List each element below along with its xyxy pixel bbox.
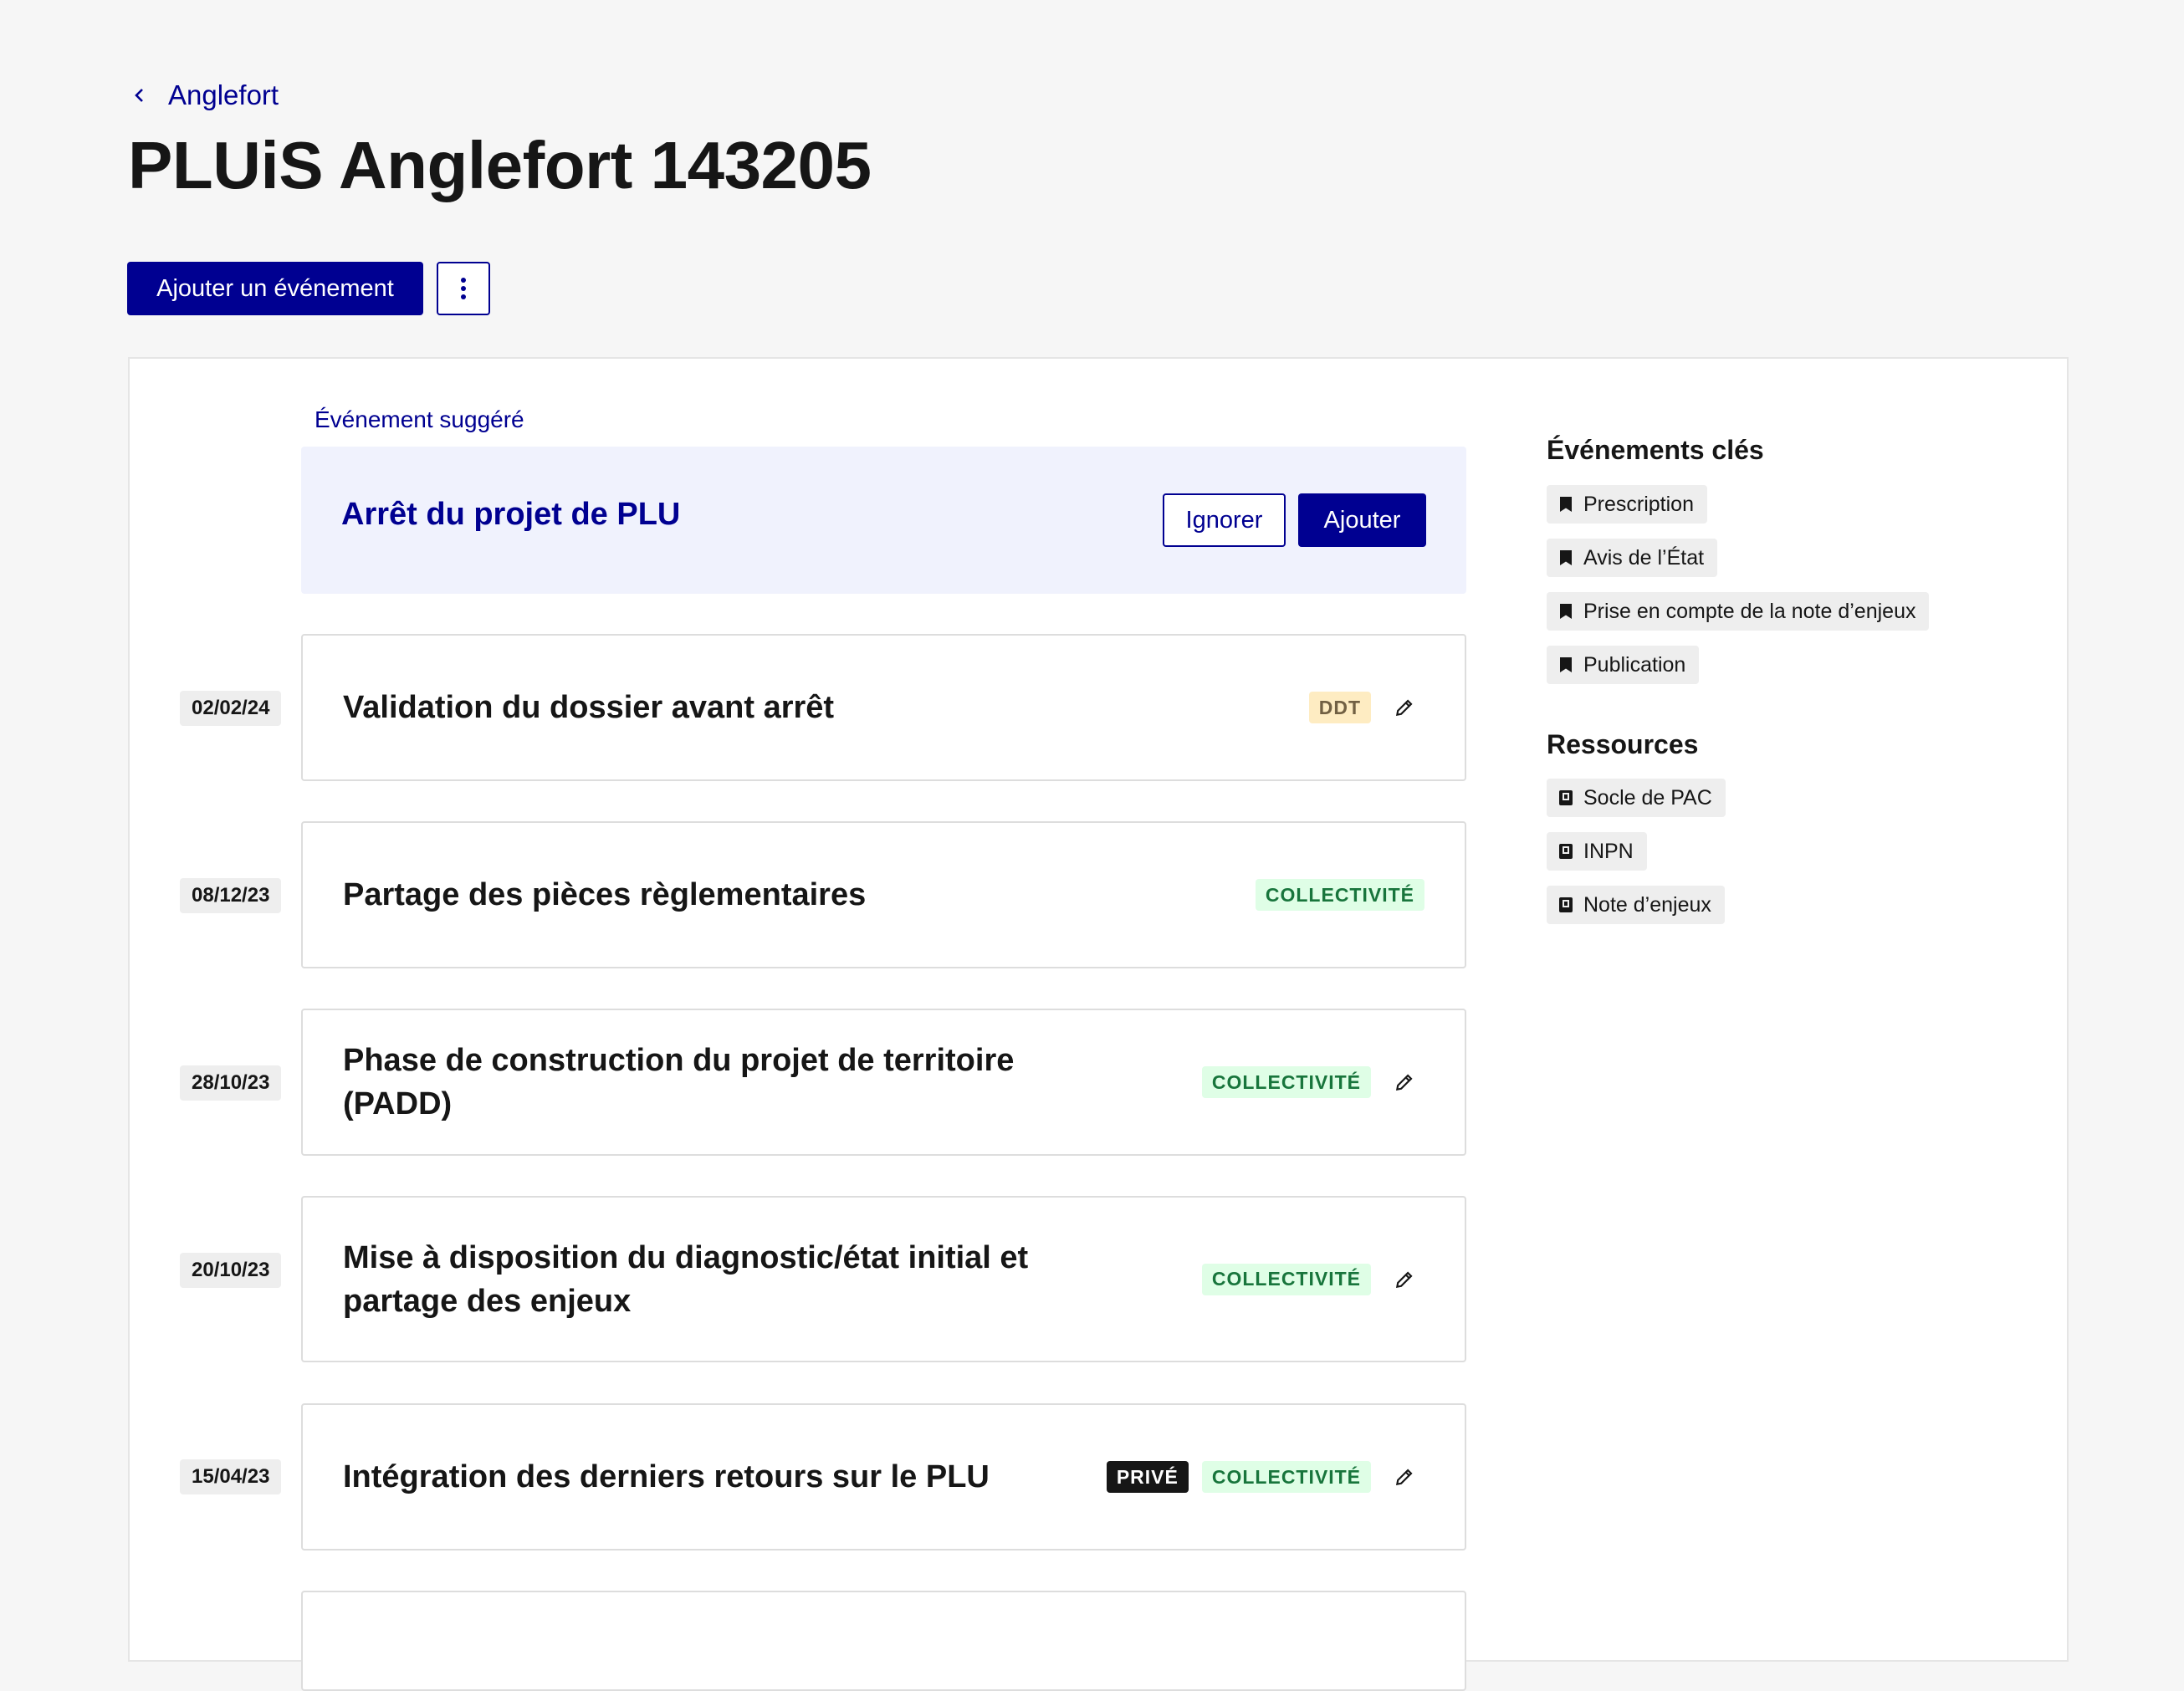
event-card[interactable]: Mise à disposition du diagnostic/état in…	[301, 1196, 1466, 1362]
badge-collectivite: COLLECTIVITÉ	[1255, 879, 1424, 911]
book-icon	[1559, 844, 1573, 859]
suggested-event-card: Arrêt du projet de PLU Ignorer Ajouter	[301, 447, 1466, 594]
badge-collectivite: COLLECTIVITÉ	[1201, 1461, 1371, 1493]
badge-ddt: DDT	[1308, 692, 1371, 723]
ignore-button[interactable]: Ignorer	[1163, 493, 1286, 547]
suggested-event-label: Événement suggéré	[315, 406, 524, 432]
key-event-label: Prise en compte de la note d’enjeux	[1583, 599, 1916, 623]
badge-collectivite: COLLECTIVITÉ	[1201, 1066, 1371, 1098]
event-card[interactable]: Intégration des derniers retours sur le …	[301, 1403, 1466, 1551]
event-card[interactable]: Validation du dossier avant arrêt DDT	[301, 634, 1466, 781]
event-date: 08/12/23	[180, 878, 282, 913]
pencil-icon[interactable]	[1384, 687, 1424, 728]
event-title: Validation du dossier avant arrêt	[343, 690, 835, 725]
key-event-label: Prescription	[1583, 492, 1694, 516]
pencil-icon[interactable]	[1384, 1457, 1424, 1497]
resource-tag[interactable]: Socle de PAC	[1547, 779, 1726, 817]
more-options-button[interactable]	[437, 262, 490, 315]
pencil-icon[interactable]	[1384, 1062, 1424, 1102]
book-icon	[1559, 790, 1573, 805]
bookmark-icon	[1560, 497, 1572, 512]
add-event-button[interactable]: Ajouter un événement	[127, 262, 423, 315]
event-date: 20/10/23	[180, 1253, 282, 1288]
event-date: 28/10/23	[180, 1065, 282, 1101]
event-title: Phase de construction du projet de terri…	[343, 1043, 1015, 1121]
breadcrumb-label: Anglefort	[168, 79, 279, 110]
key-event-label: Avis de l’État	[1583, 545, 1705, 570]
resource-label: INPN	[1583, 839, 1634, 863]
page-title: PLUiS Anglefort 143205	[128, 128, 872, 202]
suggested-event-title: Arrêt du projet de PLU	[341, 497, 681, 532]
bookmark-icon	[1560, 604, 1572, 619]
badge-collectivite: COLLECTIVITÉ	[1201, 1263, 1371, 1295]
breadcrumb-back-link[interactable]: Anglefort	[130, 79, 279, 111]
add-suggested-button[interactable]: Ajouter	[1298, 493, 1426, 547]
event-title: Partage des pièces règlementaires	[343, 877, 867, 912]
resource-label: Socle de PAC	[1583, 785, 1712, 810]
pencil-icon[interactable]	[1384, 1259, 1424, 1300]
resources-heading: Ressources	[1547, 729, 1699, 759]
bookmark-icon	[1560, 657, 1572, 672]
bookmark-icon	[1560, 550, 1572, 565]
key-event-tag[interactable]: Prise en compte de la note d’enjeux	[1547, 592, 1930, 631]
key-event-tag[interactable]: Publication	[1547, 646, 1700, 684]
event-date: 02/02/24	[180, 691, 282, 726]
event-card[interactable]	[301, 1591, 1466, 1691]
resource-tag[interactable]: Note d’enjeux	[1547, 886, 1725, 924]
key-event-tag[interactable]: Prescription	[1547, 485, 1707, 524]
badge-prive: PRIVÉ	[1106, 1461, 1189, 1493]
key-event-label: Publication	[1583, 652, 1686, 677]
event-title: Mise à disposition du diagnostic/état in…	[343, 1239, 1029, 1319]
resource-label: Note d’enjeux	[1583, 892, 1711, 917]
key-event-tag[interactable]: Avis de l’État	[1547, 539, 1718, 577]
chevron-left-icon	[135, 89, 143, 102]
event-card[interactable]: Phase de construction du projet de terri…	[301, 1009, 1466, 1156]
event-date: 15/04/23	[180, 1459, 282, 1494]
event-title: Intégration des derniers retours sur le …	[343, 1459, 990, 1494]
event-card[interactable]: Partage des pièces règlementaires COLLEC…	[301, 821, 1466, 968]
more-vertical-icon	[461, 278, 466, 299]
book-icon	[1559, 897, 1573, 912]
key-events-heading: Événements clés	[1547, 435, 1764, 465]
resource-tag[interactable]: INPN	[1547, 832, 1647, 871]
